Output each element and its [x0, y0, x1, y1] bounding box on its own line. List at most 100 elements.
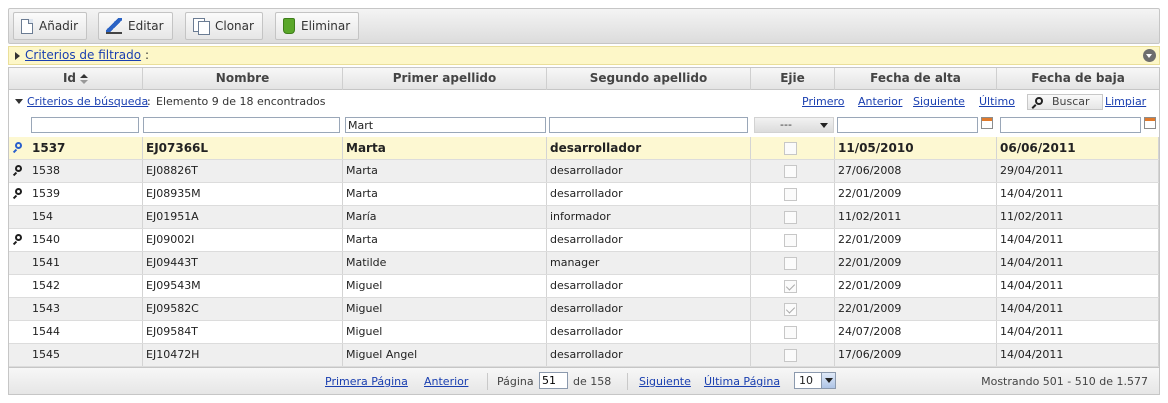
cell-alta: 11/05/2010 — [835, 137, 997, 159]
page-size-select[interactable]: 10 — [794, 372, 836, 389]
column-header-nombre[interactable]: Nombre — [143, 68, 343, 90]
search-match-icon — [15, 188, 22, 195]
add-button-label: Añadir — [39, 19, 79, 33]
next-result-link[interactable]: Siguiente — [913, 95, 965, 108]
cell-baja: 14/04/2011 — [997, 229, 1159, 251]
add-button[interactable]: Añadir — [13, 12, 88, 40]
table-row[interactable]: 1542 EJ09543M Miguel desarrollador 22/01/200… — [9, 275, 1159, 298]
expand-arrow-icon[interactable] — [15, 52, 20, 60]
ejie-checkbox[interactable] — [784, 211, 797, 224]
filter-criteria-colon: : — [145, 48, 150, 62]
filter-ejie-value: --- — [780, 118, 792, 131]
cell-alta: 11/02/2011 — [835, 206, 997, 228]
table-row[interactable]: 1541 EJ09443T Matilde manager 22/01/2009 14/0… — [9, 252, 1159, 275]
ejie-checkbox[interactable] — [784, 257, 797, 270]
ejie-checkbox[interactable] — [784, 165, 797, 178]
search-criteria-bar: Criterios de búsqueda : Elemento 9 de 18… — [9, 91, 1159, 113]
clone-button[interactable]: Clonar — [185, 12, 263, 40]
previous-page-link[interactable]: Anterior — [424, 375, 468, 388]
cell-id: 1544 — [9, 321, 143, 343]
cell-nombre: EJ09543M — [143, 275, 343, 297]
filter-primer-apellido-input[interactable] — [345, 117, 546, 133]
table-row[interactable]: 1540 EJ09002I Marta desarrollador 22/01/2009… — [9, 229, 1159, 252]
column-header-fecha-alta[interactable]: Fecha de alta — [835, 68, 997, 90]
clear-search-link[interactable]: Limpiar — [1105, 95, 1146, 108]
search-match-icon — [15, 165, 22, 172]
cell-apellido2: desarrollador — [547, 183, 751, 205]
search-match-icon — [15, 234, 22, 241]
column-header-fecha-baja[interactable]: Fecha de baja — [997, 68, 1159, 90]
cell-nombre: EJ01951A — [143, 206, 343, 228]
filter-fecha-alta-input[interactable] — [837, 117, 978, 133]
table-row[interactable]: 1539 EJ08935M Marta desarrollador 22/01/2009… — [9, 183, 1159, 206]
page-size-value: 10 — [799, 374, 813, 387]
cell-apellido1: María — [343, 206, 547, 228]
column-header-id[interactable]: Id — [9, 68, 143, 90]
next-page-link[interactable]: Siguiente — [639, 375, 691, 388]
filter-criteria-bar: Criterios de filtrado : — [8, 46, 1160, 65]
ejie-checkbox[interactable] — [784, 326, 797, 339]
column-header-fecha-alta-label: Fecha de alta — [870, 71, 961, 85]
collapse-arrow-icon[interactable] — [15, 99, 23, 104]
cell-apellido1: Miguel — [343, 298, 547, 320]
cell-alta: 22/01/2009 — [835, 252, 997, 274]
cell-baja: 11/02/2011 — [997, 206, 1159, 228]
ejie-checkbox[interactable] — [784, 188, 797, 201]
column-header-primer-apellido[interactable]: Primer apellido — [343, 68, 547, 90]
column-header-segundo-apellido[interactable]: Segundo apellido — [547, 68, 751, 90]
last-result-link[interactable]: Último — [979, 95, 1015, 108]
calendar-icon[interactable] — [981, 117, 993, 129]
filter-id-input[interactable] — [31, 117, 139, 133]
showing-records-info: Mostrando 501 - 510 de 1.577 — [981, 375, 1148, 388]
cell-id: 1542 — [9, 275, 143, 297]
edit-button[interactable]: Editar — [98, 12, 173, 40]
filter-nombre-input[interactable] — [143, 117, 340, 133]
cell-id: 1538 — [9, 160, 143, 182]
previous-result-link[interactable]: Anterior — [858, 95, 902, 108]
clone-icon — [193, 18, 210, 35]
grid-rows: 1537 EJ07366L Marta desarrollador 11/05/2010… — [9, 137, 1159, 367]
filter-segundo-apellido-input[interactable] — [549, 117, 748, 133]
grid-header: Id Nombre Primer apellido Segundo apelli… — [9, 68, 1159, 90]
cell-alta: 17/06/2009 — [835, 344, 997, 366]
table-row[interactable]: 154 EJ01951A María informador 11/02/2011 11/0… — [9, 206, 1159, 229]
ejie-checkbox[interactable] — [784, 349, 797, 362]
sort-icon[interactable] — [80, 73, 89, 84]
filter-criteria-link[interactable]: Criterios de filtrado — [25, 48, 141, 62]
filter-fecha-baja-input[interactable] — [1000, 117, 1141, 133]
cell-apellido2: desarrollador — [547, 275, 751, 297]
first-result-link[interactable]: Primero — [802, 95, 845, 108]
cell-nombre: EJ09002I — [143, 229, 343, 251]
delete-button[interactable]: Eliminar — [275, 12, 360, 40]
ejie-checkbox[interactable] — [784, 234, 797, 247]
clone-button-label: Clonar — [215, 19, 254, 33]
table-row[interactable]: 1543 EJ09582C Miguel desarrollador 22/01/200… — [9, 298, 1159, 321]
filter-ejie-select[interactable]: --- — [754, 117, 834, 133]
cell-alta: 22/01/2009 — [835, 183, 997, 205]
cell-id: 1539 — [9, 183, 143, 205]
table-row[interactable]: 1545 EJ10472H Miguel Angel desarrollador 17/… — [9, 344, 1159, 367]
cell-baja: 14/04/2011 — [997, 344, 1159, 366]
ejie-checkbox[interactable] — [784, 142, 797, 155]
collapse-toggle-icon[interactable] — [1143, 49, 1156, 62]
cell-apellido2: desarrollador — [547, 229, 751, 251]
table-row[interactable]: 1538 EJ08826T Marta desarrollador 27/06/2008… — [9, 160, 1159, 183]
column-header-ejie[interactable]: Ejie — [751, 68, 835, 90]
cell-baja: 29/04/2011 — [997, 160, 1159, 182]
ejie-checkbox[interactable] — [784, 303, 797, 316]
search-button[interactable]: Buscar — [1027, 94, 1103, 110]
search-criteria-link[interactable]: Criterios de búsqueda — [27, 95, 148, 108]
ejie-checkbox[interactable] — [784, 280, 797, 293]
pager-divider — [487, 373, 488, 390]
data-grid: Id Nombre Primer apellido Segundo apelli… — [8, 67, 1160, 395]
table-row[interactable]: 1537 EJ07366L Marta desarrollador 11/05/2010… — [9, 137, 1159, 160]
cell-baja: 14/04/2011 — [997, 183, 1159, 205]
pager-divider — [627, 373, 628, 390]
table-row[interactable]: 1544 EJ09584T Miguel desarrollador 24/07/200… — [9, 321, 1159, 344]
page-number-input[interactable] — [539, 372, 568, 389]
cell-baja: 14/04/2011 — [997, 298, 1159, 320]
last-page-link[interactable]: Última Página — [704, 375, 780, 388]
calendar-icon[interactable] — [1144, 117, 1156, 129]
column-filter-row: --- — [9, 114, 1159, 136]
first-page-link[interactable]: Primera Página — [325, 375, 408, 388]
